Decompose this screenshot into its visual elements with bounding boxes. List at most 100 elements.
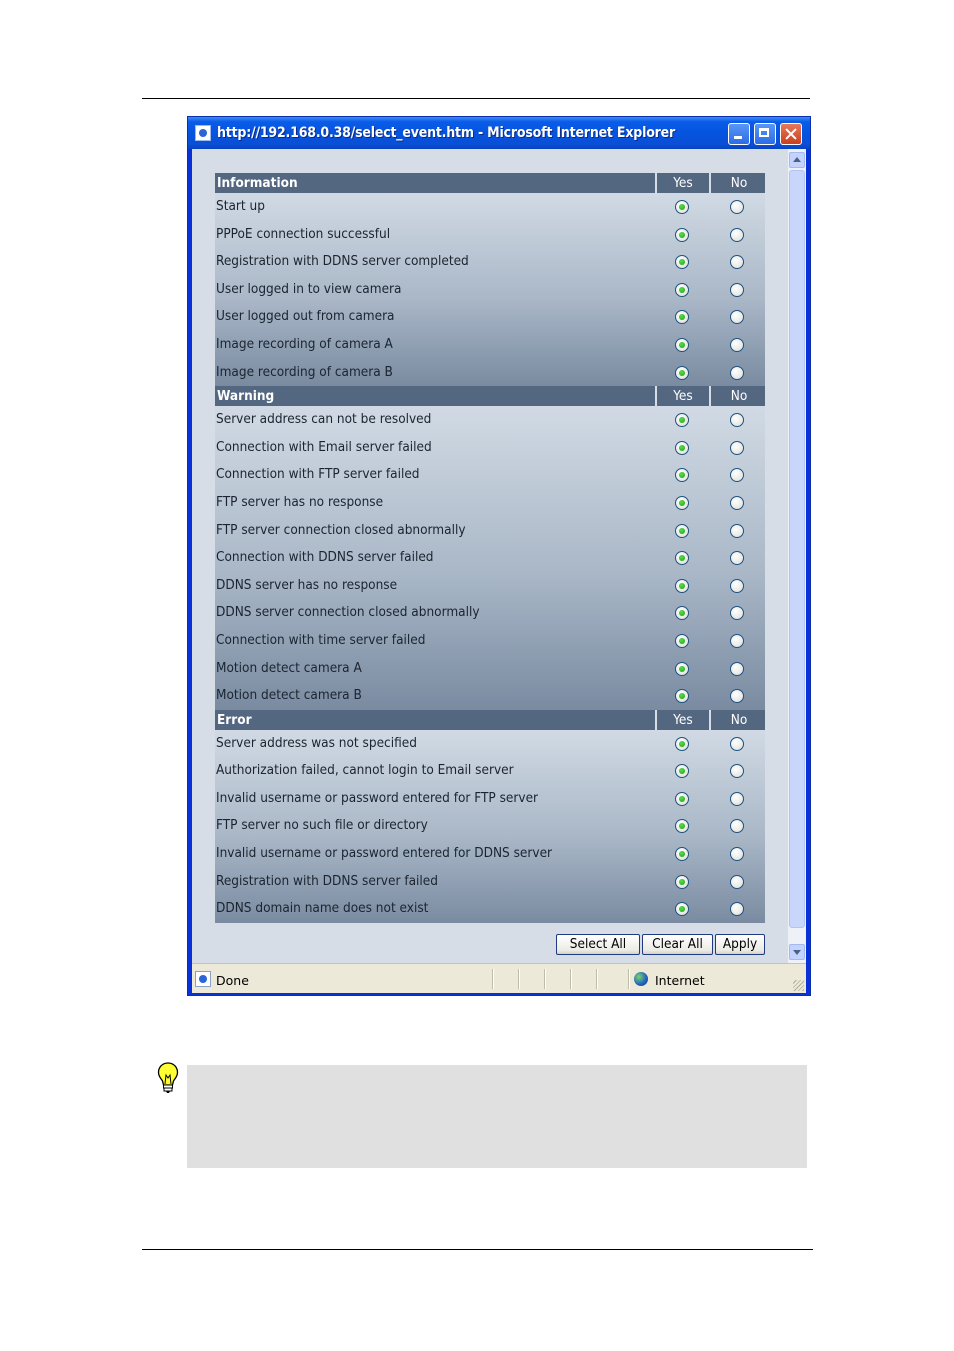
yes-radio[interactable] <box>675 365 689 380</box>
no-radio[interactable] <box>730 310 744 325</box>
no-radio[interactable] <box>730 689 744 704</box>
yes-radio[interactable] <box>675 337 689 352</box>
page-content: Information Yes No Start up PPPoE connection… <box>192 149 806 963</box>
event-row: Connection with Email server failed <box>215 434 765 462</box>
ie-page-icon <box>195 125 211 141</box>
scroll-thumb[interactable] <box>789 170 805 928</box>
minimize-button[interactable] <box>728 123 750 145</box>
event-row: Start up <box>215 193 765 221</box>
yes-radio[interactable] <box>675 200 689 214</box>
no-radio[interactable] <box>730 606 744 621</box>
yes-radio[interactable] <box>675 606 689 621</box>
no-radio[interactable] <box>730 551 744 566</box>
window-title: http://192.168.0.38/select_event.htm - M… <box>217 125 676 141</box>
event-label: Start up <box>216 198 265 214</box>
no-radio[interactable] <box>730 874 744 889</box>
vertical-scrollbar[interactable] <box>788 149 806 963</box>
yes-radio[interactable] <box>675 902 689 917</box>
no-radio[interactable] <box>730 413 744 428</box>
no-radio[interactable] <box>730 337 744 352</box>
yes-radio[interactable] <box>675 791 689 806</box>
yes-radio[interactable] <box>675 282 689 297</box>
section-information: Information Yes No Start up PPPoE connection… <box>215 173 765 387</box>
security-zone: Internet <box>655 973 705 988</box>
scroll-down-icon[interactable] <box>789 944 805 960</box>
event-label: Server address can not be resolved <box>216 411 432 428</box>
yes-radio[interactable] <box>675 227 689 242</box>
ie-page-icon <box>195 971 211 987</box>
no-radio[interactable] <box>730 282 744 297</box>
event-label: FTP server no such file or directory <box>216 817 428 834</box>
maximize-button[interactable] <box>754 123 776 145</box>
event-row: Registration with DDNS server failed <box>215 868 765 896</box>
no-radio[interactable] <box>730 847 744 862</box>
no-radio[interactable] <box>730 764 744 779</box>
apply-button[interactable]: Apply <box>715 934 765 955</box>
event-table: Information Yes No Start up PPPoE connection… <box>215 173 765 923</box>
yes-radio[interactable] <box>675 523 689 538</box>
lightbulb-icon <box>157 1062 179 1093</box>
yes-radio[interactable] <box>675 551 689 566</box>
section-rows: Server address can not be resolved Connec… <box>215 406 765 710</box>
no-radio[interactable] <box>730 200 744 214</box>
title-bar[interactable]: http://192.168.0.38/select_event.htm - M… <box>188 117 810 149</box>
no-radio[interactable] <box>730 255 744 270</box>
no-radio[interactable] <box>730 902 744 917</box>
yes-radio[interactable] <box>675 578 689 593</box>
clear-all-button[interactable]: Clear All <box>642 934 713 955</box>
no-column-header: No <box>709 709 767 730</box>
no-radio[interactable] <box>730 468 744 483</box>
event-label: Connection with FTP server failed <box>216 466 420 483</box>
no-column-header: No <box>709 386 767 407</box>
yes-radio[interactable] <box>675 495 689 510</box>
event-label: Registration with DDNS server completed <box>216 253 469 270</box>
yes-radio[interactable] <box>675 468 689 483</box>
event-row: Image recording of camera B <box>215 359 765 387</box>
no-radio[interactable] <box>730 523 744 538</box>
no-radio[interactable] <box>730 791 744 806</box>
no-radio[interactable] <box>730 440 744 455</box>
event-label: Motion detect camera B <box>216 687 362 704</box>
status-divider <box>628 969 630 989</box>
close-button[interactable] <box>780 123 802 145</box>
event-label: Invalid username or password entered for… <box>216 845 553 862</box>
section-title: Warning <box>217 388 275 405</box>
no-radio[interactable] <box>730 227 744 242</box>
section-rows: Start up PPPoE connection successful Regis… <box>215 193 765 387</box>
event-label: Image recording of camera B <box>216 363 393 380</box>
yes-radio[interactable] <box>675 633 689 648</box>
no-radio[interactable] <box>730 365 744 380</box>
note-box <box>187 1065 807 1168</box>
yes-column-header: Yes <box>655 173 709 193</box>
yes-radio[interactable] <box>675 413 689 428</box>
yes-radio[interactable] <box>675 310 689 325</box>
no-radio[interactable] <box>730 495 744 510</box>
event-row: User logged in to view camera <box>215 276 765 304</box>
resize-grip-icon[interactable] <box>793 980 804 991</box>
select-all-button[interactable]: Select All <box>556 934 640 955</box>
event-label: User logged out from camera <box>216 308 395 325</box>
event-label: Authorization failed, cannot login to Em… <box>216 762 514 779</box>
yes-radio[interactable] <box>675 440 689 455</box>
no-radio[interactable] <box>730 633 744 648</box>
yes-radio[interactable] <box>675 847 689 862</box>
yes-radio[interactable] <box>675 736 689 751</box>
yes-radio[interactable] <box>675 874 689 889</box>
yes-radio[interactable] <box>675 661 689 676</box>
button-bar: Select All Clear All Apply <box>215 931 765 955</box>
yes-radio[interactable] <box>675 255 689 270</box>
event-row: Registration with DDNS server completed <box>215 248 765 276</box>
yes-radio[interactable] <box>675 764 689 779</box>
event-row: Connection with DDNS server failed <box>215 544 765 572</box>
no-radio[interactable] <box>730 578 744 593</box>
event-row: DDNS domain name does not exist <box>215 895 765 923</box>
no-radio[interactable] <box>730 736 744 751</box>
yes-radio[interactable] <box>675 819 689 834</box>
no-radio[interactable] <box>730 819 744 834</box>
event-label: DDNS server connection closed abnormally <box>216 604 480 621</box>
yes-column-header: Yes <box>655 709 709 730</box>
no-radio[interactable] <box>730 661 744 676</box>
event-label: DDNS server has no response <box>216 576 398 593</box>
scroll-up-icon[interactable] <box>789 152 805 168</box>
yes-radio[interactable] <box>675 689 689 704</box>
